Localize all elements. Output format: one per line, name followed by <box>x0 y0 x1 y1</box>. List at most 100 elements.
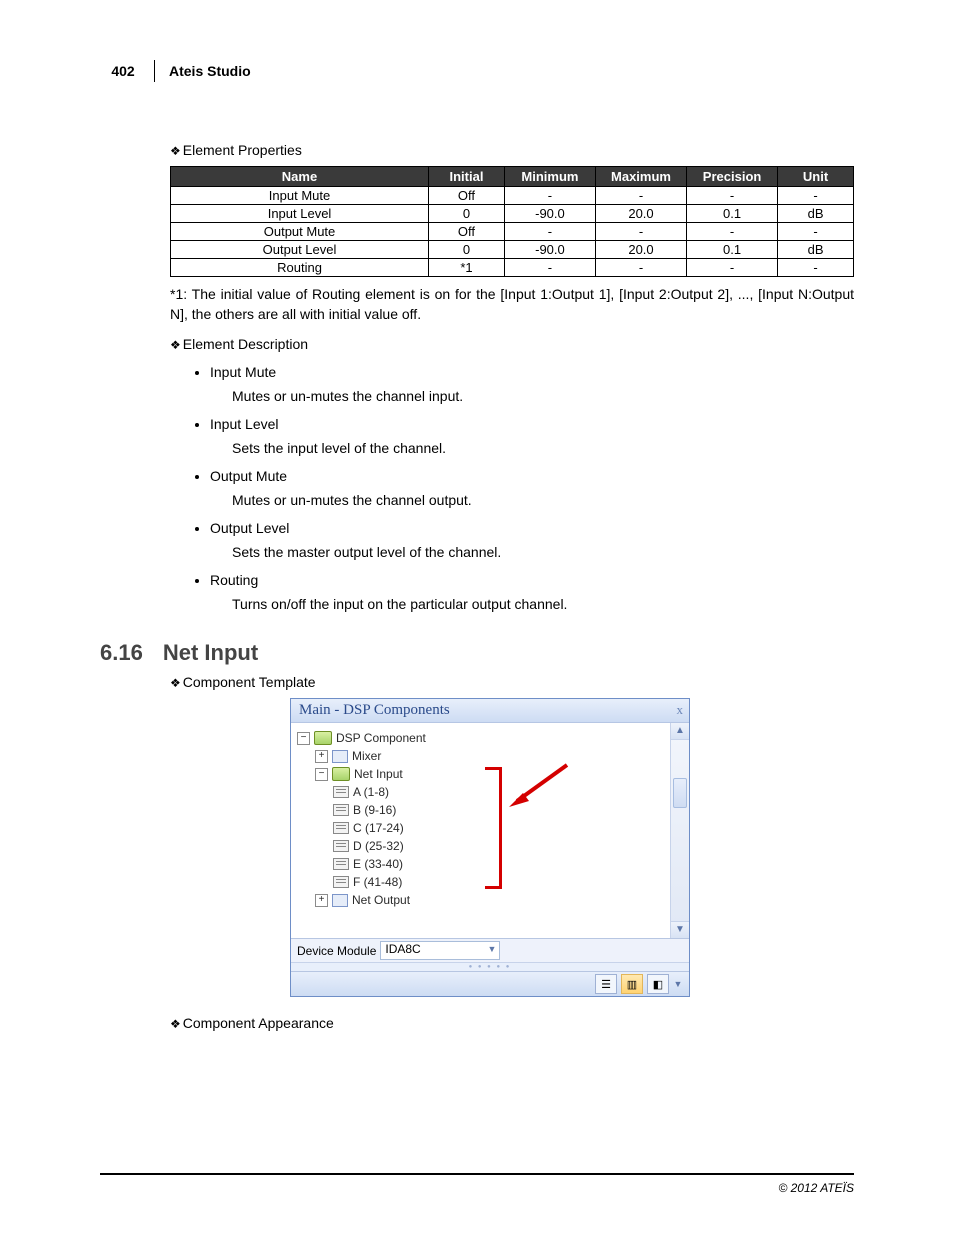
table-cell: dB <box>778 241 854 259</box>
tree-node-child[interactable]: B (9-16) <box>333 801 685 819</box>
tree-label: E (33-40) <box>353 857 403 871</box>
panel-toolbar: ☰ ▥ ◧ ▼ <box>291 971 689 996</box>
scroll-down-icon[interactable]: ▼ <box>671 921 689 938</box>
description-list: Input MuteMutes or un-mutes the channel … <box>170 364 854 612</box>
table-cell: *1 <box>429 259 505 277</box>
list-item-text: Sets the input level of the channel. <box>232 440 854 456</box>
page-number: 402 <box>100 63 146 79</box>
list-item: RoutingTurns on/off the input on the par… <box>210 572 854 612</box>
list-item: Input LevelSets the input level of the c… <box>210 416 854 456</box>
scroll-up-icon[interactable]: ▲ <box>671 723 689 740</box>
table-row: Output MuteOff---- <box>171 223 854 241</box>
table-cell: - <box>595 223 686 241</box>
chevron-down-icon[interactable]: ▼ <box>487 944 496 954</box>
diamond-icon: ❖ <box>170 1017 181 1031</box>
expand-icon[interactable]: + <box>315 894 328 907</box>
component-icon <box>333 840 349 852</box>
dsp-components-panel: Main - DSP Components x − DSP Component … <box>290 698 690 997</box>
th-maximum: Maximum <box>595 167 686 187</box>
element-properties-heading: ❖Element Properties <box>170 142 854 158</box>
collapse-icon[interactable]: − <box>315 768 328 781</box>
resize-grip[interactable]: ● ● ● ● ● <box>291 962 689 971</box>
table-cell: 0 <box>429 241 505 259</box>
table-cell: - <box>778 223 854 241</box>
tree-node-child[interactable]: F (41-48) <box>333 873 685 891</box>
element-description-heading: ❖Element Description <box>170 336 854 352</box>
list-item-text: Turns on/off the input on the particular… <box>232 596 854 612</box>
table-cell: - <box>687 259 778 277</box>
list-item-text: Sets the master output level of the chan… <box>232 544 854 560</box>
page-header: 402 Ateis Studio <box>100 60 854 82</box>
table-row: Input Level0-90.020.00.1dB <box>171 205 854 223</box>
toolbar-view2-button[interactable]: ▥ <box>621 974 643 994</box>
page-icon <box>332 894 348 907</box>
component-template-heading: ❖Component Template <box>170 674 854 690</box>
table-cell: -90.0 <box>504 241 595 259</box>
table-cell: - <box>504 223 595 241</box>
tree-node-mixer[interactable]: + Mixer <box>315 747 685 765</box>
close-icon[interactable]: x <box>677 702 684 718</box>
table-cell: -90.0 <box>504 205 595 223</box>
diamond-icon: ❖ <box>170 676 181 690</box>
tree-label: Net Output <box>352 893 410 907</box>
table-cell: Routing <box>171 259 429 277</box>
table-cell: - <box>595 187 686 205</box>
device-module-value: IDA8C <box>385 942 420 956</box>
table-cell: Output Level <box>171 241 429 259</box>
tree-label: C (17-24) <box>353 821 404 835</box>
table-row: Output Level0-90.020.00.1dB <box>171 241 854 259</box>
panel-title-text: Main - DSP Components <box>299 702 450 718</box>
panel-title-bar[interactable]: Main - DSP Components x <box>291 699 689 723</box>
list-item-text: Mutes or un-mutes the channel output. <box>232 492 854 508</box>
header-separator <box>154 60 155 82</box>
component-icon <box>333 858 349 870</box>
list-item-text: Mutes or un-mutes the channel input. <box>232 388 854 404</box>
table-row: Routing*1---- <box>171 259 854 277</box>
th-initial: Initial <box>429 167 505 187</box>
diamond-icon: ❖ <box>170 144 181 158</box>
th-name: Name <box>171 167 429 187</box>
tree-label: Mixer <box>352 749 381 763</box>
list-item: Input MuteMutes or un-mutes the channel … <box>210 364 854 404</box>
tree-node-dsp-component[interactable]: − DSP Component <box>297 729 685 747</box>
collapse-icon[interactable]: − <box>297 732 310 745</box>
folder-icon <box>314 731 332 745</box>
component-icon <box>333 804 349 816</box>
table-cell: - <box>778 187 854 205</box>
table-cell: - <box>778 259 854 277</box>
tree-label: F (41-48) <box>353 875 402 889</box>
properties-table: Name Initial Minimum Maximum Precision U… <box>170 166 854 277</box>
toolbar-view1-button[interactable]: ☰ <box>595 974 617 994</box>
tree-node-net-output[interactable]: + Net Output <box>315 891 685 909</box>
device-module-row: Device Module IDA8C ▼ <box>291 938 689 962</box>
tree-label: Net Input <box>354 767 403 781</box>
folder-icon <box>332 767 350 781</box>
expand-icon[interactable]: + <box>315 750 328 763</box>
diamond-icon: ❖ <box>170 338 181 352</box>
table-cell: 20.0 <box>595 205 686 223</box>
tree-node-child[interactable]: D (25-32) <box>333 837 685 855</box>
table-cell: Off <box>429 223 505 241</box>
scroll-thumb[interactable] <box>673 778 687 808</box>
section-heading: 6.16Net Input <box>100 640 854 666</box>
table-cell: - <box>687 187 778 205</box>
tree-node-child[interactable]: C (17-24) <box>333 819 685 837</box>
chevron-down-icon[interactable]: ▼ <box>673 979 683 989</box>
toolbar-view3-button[interactable]: ◧ <box>647 974 669 994</box>
header-title: Ateis Studio <box>169 63 251 79</box>
component-appearance-heading: ❖Component Appearance <box>170 1015 854 1031</box>
table-row: Input MuteOff---- <box>171 187 854 205</box>
th-precision: Precision <box>687 167 778 187</box>
list-item: Output MuteMutes or un-mutes the channel… <box>210 468 854 508</box>
table-cell: Off <box>429 187 505 205</box>
tree-label: A (1-8) <box>353 785 389 799</box>
table-cell: 20.0 <box>595 241 686 259</box>
tree-label: D (25-32) <box>353 839 404 853</box>
device-module-select[interactable]: IDA8C ▼ <box>380 941 500 960</box>
tree-node-child[interactable]: E (33-40) <box>333 855 685 873</box>
table-cell: - <box>595 259 686 277</box>
vertical-scrollbar[interactable]: ▲ ▼ <box>670 723 689 938</box>
table-cell: dB <box>778 205 854 223</box>
tree-node-child[interactable]: A (1-8) <box>333 783 685 801</box>
tree-label: DSP Component <box>336 731 426 745</box>
